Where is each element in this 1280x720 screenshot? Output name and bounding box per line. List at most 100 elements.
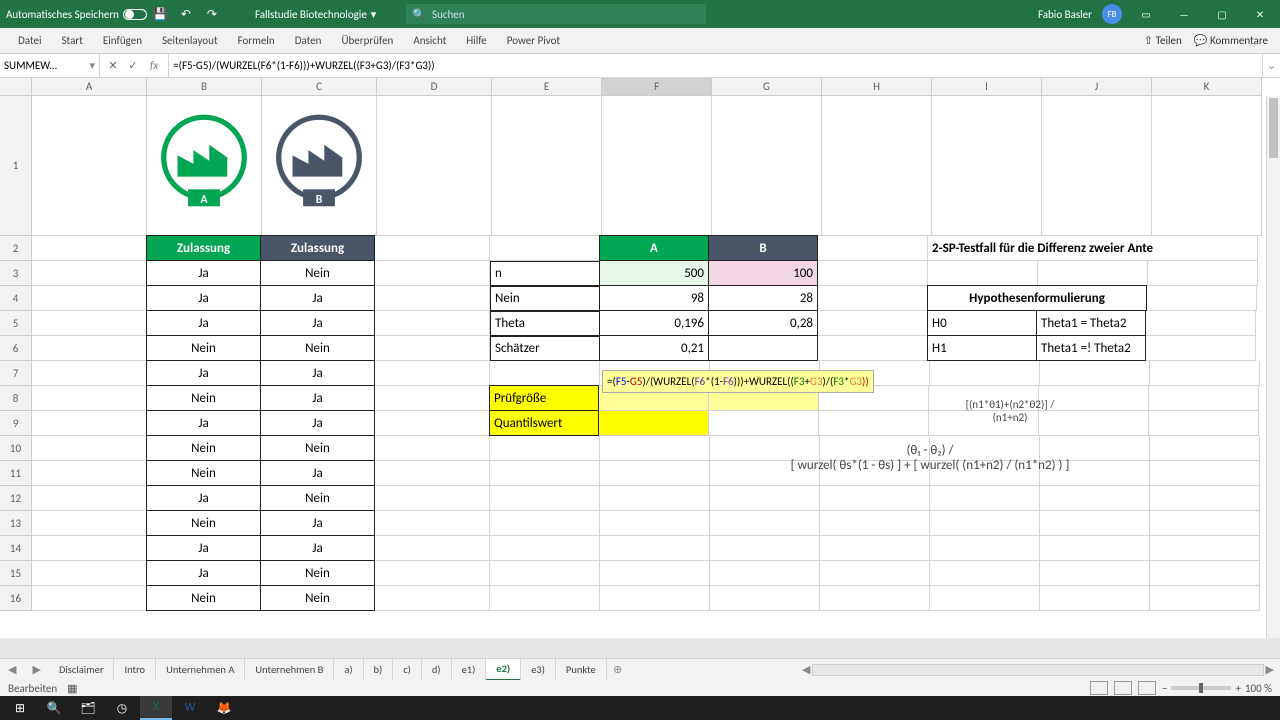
cell-c6[interactable]: Nein xyxy=(260,335,375,361)
cell-c7[interactable]: Ja xyxy=(260,360,375,386)
cell[interactable] xyxy=(32,286,147,311)
cell-f4[interactable]: 98 xyxy=(599,285,709,311)
maximize-icon[interactable]: ▢ xyxy=(1208,0,1236,28)
cell-c12[interactable]: Nein xyxy=(260,485,375,511)
ribbon-options-icon[interactable]: ▭ xyxy=(1132,0,1160,28)
cell[interactable] xyxy=(377,96,492,236)
cell[interactable] xyxy=(375,536,490,561)
cell[interactable] xyxy=(1149,386,1259,411)
cell-b3[interactable]: Ja xyxy=(146,260,261,286)
cell[interactable] xyxy=(32,511,147,536)
col-header-F[interactable]: F xyxy=(602,78,712,96)
ribbon-tab-seitenlayout[interactable]: Seitenlayout xyxy=(152,28,228,53)
row-header-11[interactable]: 11 xyxy=(0,461,32,486)
cell[interactable] xyxy=(1042,96,1152,236)
accessibility-icon[interactable]: ▦ xyxy=(67,682,77,695)
row-header-16[interactable]: 16 xyxy=(0,586,32,611)
sheet-tab-intro[interactable]: Intro xyxy=(114,659,156,681)
cell[interactable] xyxy=(822,96,932,236)
cell[interactable] xyxy=(375,436,490,461)
cell-e5[interactable]: Theta xyxy=(490,311,600,336)
cell[interactable] xyxy=(375,261,490,286)
row-header-7[interactable]: 7 xyxy=(0,361,32,386)
add-sheet-icon[interactable]: ⊕ xyxy=(607,663,629,676)
cell[interactable] xyxy=(375,486,490,511)
ribbon-tab-power pivot[interactable]: Power Pivot xyxy=(497,28,570,53)
cell[interactable] xyxy=(1040,511,1150,536)
cell[interactable] xyxy=(375,511,490,536)
col-header-A[interactable]: A xyxy=(32,78,147,96)
sheet-tab-unternehmenb[interactable]: Unternehmen B xyxy=(245,659,334,681)
cell-c3[interactable]: Nein xyxy=(260,260,375,286)
formula-input[interactable]: =(F5-G5)/(WURZEL(F6*(1-F6)))+WURZEL((F3+… xyxy=(169,59,1262,72)
cell[interactable] xyxy=(602,96,712,236)
cell[interactable] xyxy=(492,96,602,236)
cell[interactable] xyxy=(1150,461,1260,486)
name-box[interactable]: SUMMEW...▾ xyxy=(0,54,100,77)
cell-f13[interactable] xyxy=(600,511,710,536)
hyp-header[interactable]: Hypothesenformulierung xyxy=(927,285,1147,311)
row-header-2[interactable]: 2 xyxy=(0,236,32,261)
expand-formula-bar-icon[interactable]: ⌄ xyxy=(1262,54,1280,77)
cell-e11[interactable] xyxy=(490,461,600,486)
cell[interactable] xyxy=(375,236,490,261)
cell-f6[interactable]: 0,21 xyxy=(599,335,709,361)
row-header-15[interactable]: 15 xyxy=(0,561,32,586)
factory-b-icon[interactable]: B xyxy=(262,96,377,236)
user-name[interactable]: Fabio Basler xyxy=(1038,8,1092,21)
cell[interactable] xyxy=(32,236,147,261)
cell-f9[interactable] xyxy=(599,411,709,436)
cell[interactable] xyxy=(1150,536,1260,561)
col-header-I[interactable]: I xyxy=(932,78,1042,96)
h0-value[interactable]: Theta1 = Theta2 xyxy=(1036,310,1146,336)
cell[interactable] xyxy=(1040,486,1150,511)
cell[interactable] xyxy=(819,411,929,436)
row-header-12[interactable]: 12 xyxy=(0,486,32,511)
cell[interactable] xyxy=(375,311,490,336)
autosave-toggle[interactable]: Automatisches Speichern xyxy=(6,8,147,21)
cell[interactable] xyxy=(1150,486,1260,511)
start-menu-icon[interactable]: ⊞ xyxy=(4,696,36,720)
cell[interactable] xyxy=(32,436,147,461)
cell[interactable] xyxy=(32,561,147,586)
cell-b12[interactable]: Ja xyxy=(146,485,261,511)
cell-f16[interactable] xyxy=(600,586,710,611)
cell[interactable] xyxy=(820,536,930,561)
cell-g14[interactable] xyxy=(710,536,820,561)
cell-c9[interactable]: Ja xyxy=(260,410,375,436)
task-app-1-icon[interactable]: 🗂 xyxy=(72,696,104,720)
cancel-formula-icon[interactable]: ✕ xyxy=(106,59,120,72)
cell-e16[interactable] xyxy=(490,586,600,611)
select-all-cell[interactable] xyxy=(0,78,32,96)
col-header-D[interactable]: D xyxy=(377,78,492,96)
cell-f14[interactable] xyxy=(600,536,710,561)
cell-g15[interactable] xyxy=(710,561,820,586)
sheet-tab-disclaimer[interactable]: Disclaimer xyxy=(49,659,115,681)
cell-b11[interactable]: Nein xyxy=(146,460,261,486)
cell-b8[interactable]: Nein xyxy=(146,385,261,411)
cell-g6[interactable] xyxy=(708,335,818,361)
cell[interactable] xyxy=(32,411,147,436)
col-header-J[interactable]: J xyxy=(1042,78,1152,96)
task-app-2-icon[interactable]: ◷ xyxy=(106,696,138,720)
cell-e3[interactable]: n xyxy=(490,261,600,286)
cell-edit-overlay[interactable]: =(F5-G5)/(WURZEL(F6*(1-F6)))+WURZEL((F3+… xyxy=(602,370,874,393)
factory-a-icon[interactable]: A xyxy=(147,96,262,236)
close-icon[interactable]: ✕ xyxy=(1246,0,1274,28)
cell-c5[interactable]: Ja xyxy=(260,310,375,336)
row-header-4[interactable]: 4 xyxy=(0,286,32,311)
search-box[interactable]: 🔍 Suchen xyxy=(406,4,706,24)
sheet-tab-c[interactable]: c) xyxy=(393,659,422,681)
ribbon-tab-datei[interactable]: Datei xyxy=(8,28,52,53)
row-header-10[interactable]: 10 xyxy=(0,436,32,461)
accept-formula-icon[interactable]: ✓ xyxy=(126,59,140,72)
cell[interactable] xyxy=(820,561,930,586)
cell[interactable] xyxy=(32,536,147,561)
cell[interactable] xyxy=(32,361,147,386)
cell[interactable] xyxy=(375,386,490,411)
undo-icon[interactable]: ↶ xyxy=(177,5,195,23)
cell[interactable] xyxy=(818,286,928,311)
header-zulassung-b[interactable]: Zulassung xyxy=(260,235,375,261)
cell[interactable] xyxy=(930,561,1040,586)
cell[interactable] xyxy=(32,586,147,611)
